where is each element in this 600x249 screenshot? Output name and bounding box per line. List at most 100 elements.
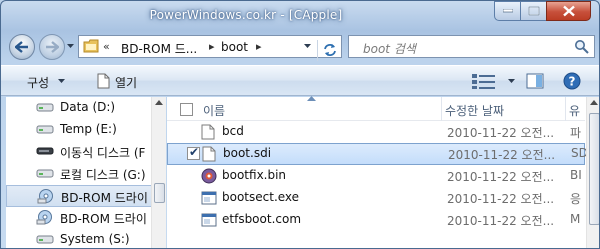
- title-bar: PowerWindows.co.kr - [CApple]: [1, 1, 599, 31]
- hard-drive-icon: [36, 235, 54, 244]
- com-file-icon: [201, 213, 217, 227]
- bd-rom-icon: [36, 210, 52, 225]
- search-input[interactable]: boot 검색: [363, 40, 416, 57]
- file-list-scrollbar[interactable]: [586, 97, 599, 248]
- change-view-icon[interactable]: [471, 72, 497, 90]
- command-toolbar: 구성 열기 ?: [1, 65, 599, 96]
- refresh-button[interactable]: [317, 40, 341, 61]
- hard-drive-icon: [36, 125, 54, 134]
- breadcrumb-separator-icon[interactable]: ▸: [209, 40, 215, 53]
- forward-arrow-icon: [46, 41, 59, 53]
- file-name: etfsboot.com: [222, 212, 302, 226]
- preview-pane-icon[interactable]: [526, 73, 544, 89]
- back-arrow-icon: [15, 41, 28, 53]
- nav-item-label: 로컬 디스크 (G:): [60, 168, 146, 182]
- file-row[interactable]: bootsect.exe 2010-11-22 오전... 응: [167, 187, 585, 209]
- file-row-selected[interactable]: ✔ boot.sdi 2010-11-22 오전... SD: [167, 143, 586, 165]
- svg-text:?: ?: [569, 75, 576, 89]
- nav-item-bd-rom-selected[interactable]: BD-ROM 드라이: [6, 185, 152, 207]
- nav-item-removable-f[interactable]: 이동식 디스크 (F: [6, 141, 152, 163]
- column-divider[interactable]: [565, 97, 566, 121]
- folder-icon: [83, 39, 99, 53]
- file-row[interactable]: bootfix.bin 2010-11-22 오전... BI: [167, 165, 585, 187]
- select-all-checkbox[interactable]: [180, 103, 193, 116]
- close-icon: [562, 5, 575, 17]
- file-type: 응: [570, 192, 582, 206]
- breadcrumb-item[interactable]: BD-ROM 드...: [121, 40, 197, 57]
- file-list-pane: 이름 수정한 날짜 유 bcd 2010-11-22 오전... 파 ✔ boo…: [167, 96, 599, 248]
- nav-item-label: Data (D:): [60, 100, 116, 114]
- column-type[interactable]: 유: [569, 102, 580, 119]
- file-icon: [201, 124, 215, 140]
- nav-item-label: 이동식 디스크 (F: [60, 146, 146, 160]
- column-date-modified[interactable]: 수정한 날짜: [445, 102, 504, 119]
- nav-item-local-g[interactable]: 로컬 디스크 (G:): [6, 163, 152, 185]
- scroll-up-icon[interactable]: [155, 100, 163, 105]
- hard-drive-icon: [36, 169, 54, 178]
- search-box[interactable]: boot 검색: [348, 35, 595, 58]
- maximize-button[interactable]: [520, 1, 547, 21]
- file-icon: [202, 146, 216, 162]
- file-name: bootfix.bin: [222, 168, 287, 182]
- nav-item-bd-rom[interactable]: BD-ROM 드라이: [6, 207, 152, 229]
- nav-pane-scrollbar[interactable]: [151, 97, 166, 248]
- nav-item-data-d[interactable]: Data (D:): [6, 97, 152, 119]
- help-icon[interactable]: ?: [563, 72, 581, 90]
- file-type: M: [570, 212, 581, 226]
- back-button[interactable]: [9, 34, 35, 60]
- file-type: BI: [570, 168, 582, 182]
- minimize-button[interactable]: [494, 1, 521, 21]
- bin-file-icon: [201, 168, 217, 184]
- file-date: 2010-11-22 오전...: [447, 170, 555, 184]
- file-type: 파: [570, 126, 582, 140]
- address-row: « BD-ROM 드... ▸ boot ▸ boot 검색: [1, 31, 599, 63]
- nav-item-label: BD-ROM 드라이: [61, 191, 148, 205]
- nav-item-system-s[interactable]: System (S:): [6, 229, 152, 248]
- file-date: 2010-11-22 오전...: [447, 192, 555, 206]
- organize-button[interactable]: 구성: [27, 74, 49, 91]
- hard-drive-icon: [36, 103, 54, 112]
- exe-file-icon: [201, 191, 217, 205]
- organize-dropdown-icon[interactable]: [58, 79, 65, 84]
- maximize-icon: [528, 6, 539, 16]
- file-name: bootsect.exe: [222, 190, 300, 204]
- file-name: bcd: [222, 124, 244, 138]
- column-header: 이름 수정한 날짜 유: [167, 96, 585, 121]
- file-checkbox[interactable]: ✔: [187, 145, 200, 160]
- scrollbar-thumb[interactable]: [589, 113, 599, 225]
- breadcrumb-separator-icon[interactable]: ▸: [256, 40, 262, 53]
- search-icon[interactable]: [574, 39, 589, 54]
- close-button[interactable]: [546, 1, 591, 21]
- minimize-icon: [502, 9, 513, 13]
- file-date: 2010-11-22 오전...: [448, 148, 556, 162]
- breadcrumb-item[interactable]: boot: [221, 40, 248, 54]
- file-date: 2010-11-22 오전...: [447, 126, 555, 140]
- open-file-icon: [97, 73, 110, 89]
- checkmark-icon: ✔: [189, 145, 200, 159]
- file-row[interactable]: bcd 2010-11-22 오전... 파: [167, 121, 585, 143]
- sort-ascending-icon: [307, 96, 316, 101]
- address-bar[interactable]: « BD-ROM 드... ▸ boot ▸: [78, 35, 342, 61]
- scroll-up-icon[interactable]: [590, 100, 598, 105]
- views-dropdown-icon[interactable]: [508, 79, 515, 84]
- file-row[interactable]: etfsboot.com 2010-11-22 오전... M: [167, 209, 585, 231]
- removable-drive-icon: [36, 147, 54, 155]
- column-name[interactable]: 이름: [203, 102, 225, 119]
- nav-item-temp-e[interactable]: Temp (E:): [6, 119, 152, 141]
- navigation-pane: Data (D:) Temp (E:) 이동식 디스크 (F 로컬 디스크 (G…: [6, 97, 166, 248]
- file-name: boot.sdi: [223, 146, 272, 160]
- open-button[interactable]: 열기: [115, 74, 137, 91]
- address-history-dropdown-icon[interactable]: [304, 44, 311, 49]
- forward-button[interactable]: [39, 34, 65, 60]
- recent-pages-dropdown-icon[interactable]: [67, 44, 74, 49]
- nav-item-label: Temp (E:): [60, 122, 117, 136]
- nav-item-label: System (S:): [60, 232, 130, 246]
- refresh-icon: [324, 44, 336, 56]
- scrollbar-thumb[interactable]: [154, 183, 165, 203]
- window-title: PowerWindows.co.kr - [CApple]: [149, 8, 343, 22]
- breadcrumb-overflow-icon[interactable]: «: [103, 40, 110, 53]
- column-divider[interactable]: [441, 97, 442, 121]
- nav-item-label: BD-ROM 드라이: [60, 212, 147, 226]
- file-date: 2010-11-22 오전...: [447, 214, 555, 228]
- explorer-window: PowerWindows.co.kr - [CApple] « BD-ROM 드…: [0, 0, 600, 249]
